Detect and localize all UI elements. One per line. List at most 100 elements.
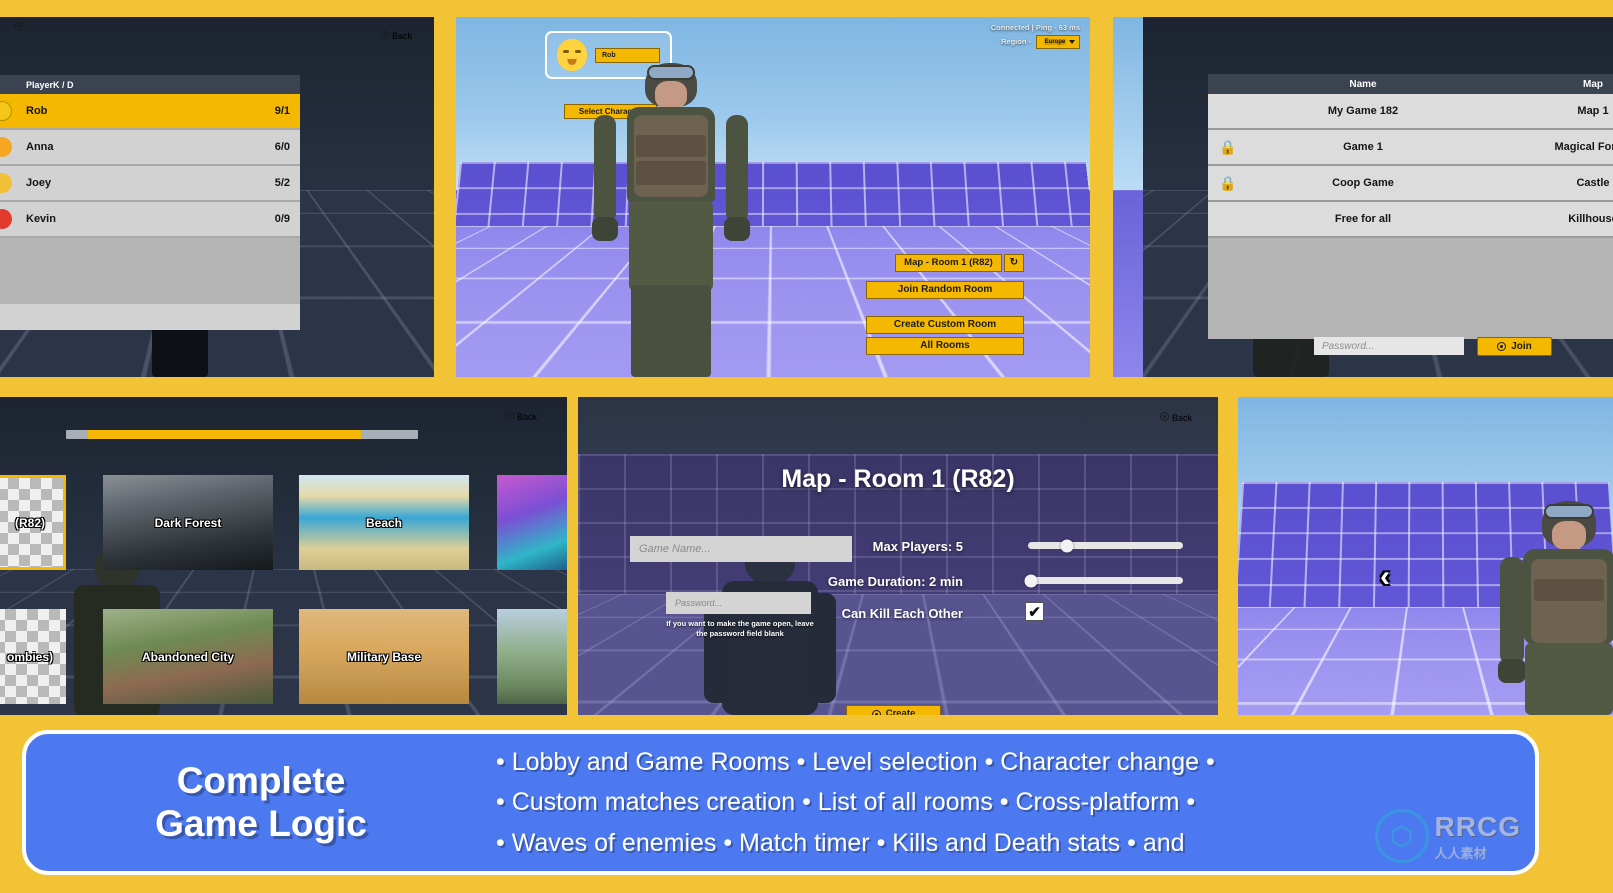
create-custom-label: Create Custom Room bbox=[893, 319, 997, 330]
region-value: Europe bbox=[1044, 38, 1066, 45]
player-name: Kevin bbox=[26, 213, 56, 225]
banner-headline: Complete Game Logic bbox=[26, 760, 496, 846]
max-players-slider[interactable] bbox=[1028, 539, 1183, 552]
refresh-icon: ↻ bbox=[1009, 257, 1019, 268]
player-name: Joey bbox=[26, 177, 52, 189]
room-name: Free for all bbox=[1334, 213, 1392, 225]
previous-character-arrow[interactable]: ‹ bbox=[1380, 562, 1390, 592]
character-model bbox=[1484, 501, 1613, 715]
level-select-panel: Back (R82) Dark Forest Beach ombies) Aba… bbox=[0, 397, 567, 715]
avatar bbox=[0, 173, 12, 193]
level-scrollbar[interactable] bbox=[66, 430, 418, 439]
can-kill-label: Can Kill Each Other bbox=[841, 606, 963, 621]
scoreboard-back-button[interactable]: Back bbox=[375, 27, 420, 44]
password-placeholder: Password... bbox=[1322, 340, 1375, 352]
rooms-table-empty-space bbox=[1208, 238, 1613, 310]
arena-edge bbox=[1113, 17, 1143, 377]
game-duration-slider[interactable] bbox=[1024, 574, 1183, 587]
refresh-room-button[interactable]: ↻ bbox=[1004, 254, 1024, 272]
avatar bbox=[0, 101, 12, 121]
level-tile[interactable]: Abandoned City bbox=[103, 609, 273, 704]
back-label: Back bbox=[391, 31, 412, 41]
player-kd: 9/1 bbox=[274, 105, 290, 117]
watermark: ⬡ RRCG 人人素材 bbox=[1374, 809, 1521, 863]
room-name: Game 1 bbox=[1343, 141, 1383, 153]
player-name: Anna bbox=[26, 141, 54, 153]
table-row[interactable]: Kevin 0/9 bbox=[0, 202, 300, 238]
can-kill-checkbox[interactable]: ✔ bbox=[1025, 602, 1044, 621]
player-kd: 5/2 bbox=[274, 177, 290, 189]
column-header-map: Map bbox=[1583, 78, 1603, 90]
room-password-input[interactable]: Password... bbox=[666, 592, 811, 614]
level-tile[interactable]: Military Base bbox=[299, 609, 469, 704]
level-tile[interactable] bbox=[497, 609, 567, 704]
level-tile-label: ombies) bbox=[6, 649, 53, 664]
column-header-kd: K / D bbox=[53, 79, 74, 90]
table-row[interactable]: Anna 6/0 bbox=[0, 130, 300, 166]
create-custom-room-button[interactable]: Create Custom Room bbox=[866, 316, 1024, 334]
game-duration-slider-knob[interactable] bbox=[1024, 574, 1038, 587]
map-room-label: Map - Room 1 (R82) bbox=[904, 257, 993, 269]
exit-icon bbox=[14, 21, 24, 31]
player-kd: 0/9 bbox=[274, 213, 290, 225]
map-room-button[interactable]: Map - Room 1 (R82) bbox=[895, 254, 1002, 272]
watermark-text: RRCG bbox=[1434, 810, 1521, 842]
level-tile[interactable]: (R82) bbox=[0, 475, 66, 570]
table-row[interactable]: Free for all Killhouse bbox=[1208, 202, 1613, 238]
table-row[interactable]: My Game 182 Map 1 bbox=[1208, 94, 1613, 130]
lock-icon: 🔒 bbox=[1219, 138, 1237, 155]
column-header-name: Name bbox=[1349, 78, 1377, 90]
rooms-table-header: Name Map bbox=[1208, 74, 1613, 94]
level-back-button[interactable]: Back bbox=[500, 408, 545, 425]
create-icon bbox=[871, 709, 881, 715]
level-tile-label: Dark Forest bbox=[154, 515, 222, 530]
create-back-button[interactable]: Back bbox=[1155, 409, 1200, 426]
room-name: My Game 182 bbox=[1327, 105, 1399, 117]
join-icon bbox=[1497, 342, 1507, 351]
level-tile[interactable]: Dark Forest bbox=[103, 475, 273, 570]
watermark-subtext: 人人素材 bbox=[1434, 845, 1487, 861]
connection-status: Connected | Ping - 63 ms Region - Europe bbox=[991, 21, 1080, 50]
table-row[interactable]: 🔒 Game 1 Magical Forest bbox=[1208, 130, 1613, 166]
room-map: Killhouse bbox=[1568, 213, 1613, 225]
table-row[interactable]: 🔒 Coop Game Castle bbox=[1208, 166, 1613, 202]
room-password-input[interactable]: Password... bbox=[1314, 337, 1464, 355]
table-row[interactable]: Rob 9/1 bbox=[0, 94, 300, 130]
level-tile[interactable]: ombies) bbox=[0, 609, 66, 704]
level-tile-label: Abandoned City bbox=[142, 649, 234, 664]
character-preview-panel: ‹ bbox=[1238, 397, 1613, 715]
lobby-panel: Connected | Ping - 63 ms Region - Europe… bbox=[456, 17, 1090, 377]
player-name: Rob bbox=[26, 105, 48, 117]
region-label: Region - bbox=[1001, 37, 1031, 47]
all-rooms-button[interactable]: All Rooms bbox=[866, 337, 1024, 355]
join-room-button[interactable]: Join bbox=[1477, 337, 1552, 356]
password-hint: If you want to make the game open, leave… bbox=[666, 619, 814, 639]
banner-headline-line2: Game Logic bbox=[155, 802, 367, 844]
region-dropdown[interactable]: Europe bbox=[1036, 34, 1080, 50]
level-tile-label: (R82) bbox=[14, 515, 45, 530]
back-label: Back bbox=[516, 412, 537, 422]
create-room-panel: Back Map - Room 1 (R82) Game Name... Pas… bbox=[578, 397, 1218, 715]
table-row[interactable]: Joey 5/2 bbox=[0, 166, 300, 202]
level-tile-label: Beach bbox=[365, 515, 403, 530]
join-random-label: Join Random Room bbox=[897, 284, 993, 295]
banner-headline-line1: Complete bbox=[176, 759, 346, 801]
banner-feature-line-1: • Lobby and Game Rooms • Level selection… bbox=[496, 747, 1215, 776]
back-icon bbox=[380, 30, 390, 39]
watermark-logo-icon: ⬡ bbox=[1374, 809, 1429, 863]
join-random-room-button[interactable]: Join Random Room bbox=[866, 281, 1024, 299]
level-tile[interactable] bbox=[497, 475, 567, 570]
back-icon bbox=[505, 411, 515, 420]
level-tile[interactable]: Beach bbox=[299, 475, 469, 570]
player-kd: 6/0 bbox=[274, 141, 290, 153]
room-map: Magical Forest bbox=[1554, 141, 1613, 153]
level-tile-label: Military Base bbox=[346, 649, 422, 664]
max-players-slider-knob[interactable] bbox=[1060, 539, 1074, 552]
level-scrollbar-thumb[interactable] bbox=[88, 430, 361, 439]
lock-icon: 🔒 bbox=[1219, 174, 1237, 191]
create-room-button[interactable]: Create bbox=[846, 705, 941, 715]
room-map: Map 1 bbox=[1577, 105, 1609, 117]
ping-label: Ping - 63 ms bbox=[1035, 23, 1080, 32]
scoreboard-empty-space bbox=[0, 238, 300, 304]
scoreboard-panel: Back Player K / D Rob 9/1 Anna 6/0 Joey … bbox=[0, 17, 434, 377]
